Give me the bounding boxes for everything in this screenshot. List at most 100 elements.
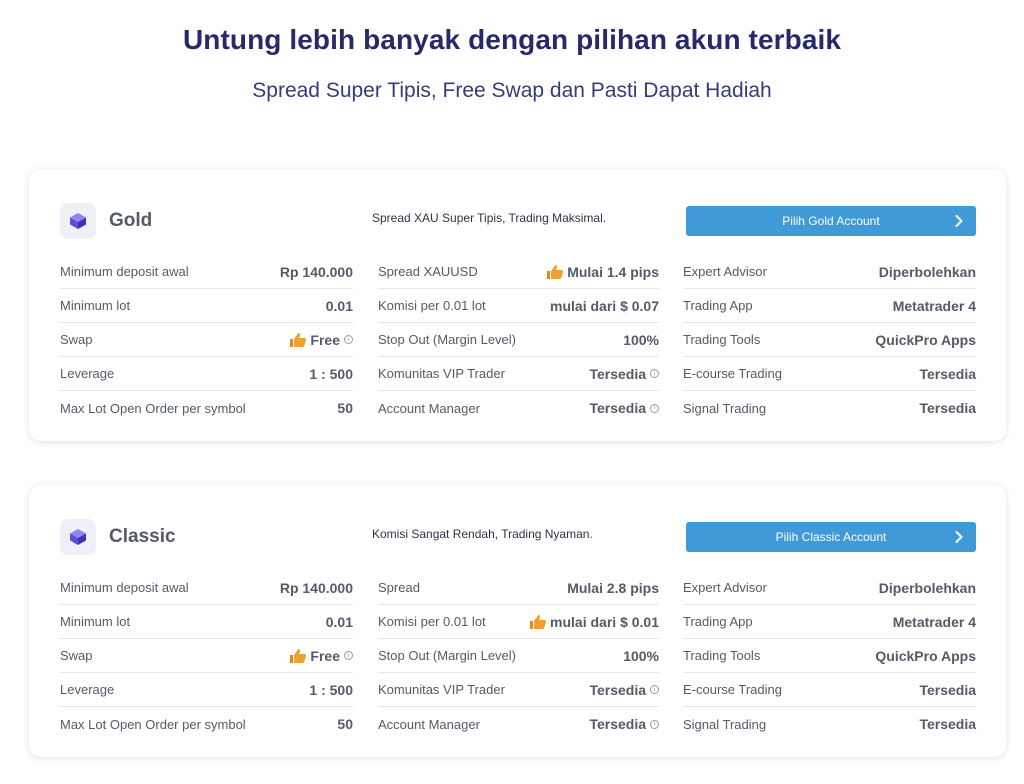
feature-row: Komunitas VIP Trader Tersedia i bbox=[378, 673, 659, 707]
feature-value-wrap: Metatrader 4 bbox=[893, 298, 976, 314]
feature-value-wrap: Free i bbox=[289, 332, 353, 348]
select-gold-account-button[interactable]: Pilih Gold Account bbox=[686, 206, 976, 236]
feature-value-wrap: Free i bbox=[289, 648, 353, 664]
feature-value: Tersedia bbox=[919, 716, 976, 732]
feature-value: 1 : 500 bbox=[309, 365, 353, 382]
account-card-classic: Classic Komisi Sangat Rendah, Trading Nya… bbox=[29, 485, 1006, 757]
feature-value-wrap: Tersedia bbox=[919, 366, 976, 382]
page-title: Untung lebih banyak dengan pilihan akun … bbox=[182, 24, 842, 55]
info-icon[interactable]: i bbox=[650, 719, 659, 729]
feature-value: 0.01 bbox=[325, 297, 353, 314]
info-icon[interactable]: i bbox=[650, 403, 659, 413]
feature-value: Tersedia bbox=[589, 716, 646, 732]
thumbs-up-icon bbox=[289, 332, 307, 348]
card-tagline: Komisi Sangat Rendah, Trading Nyaman. bbox=[372, 527, 593, 541]
info-icon[interactable]: i bbox=[650, 685, 659, 694]
feature-value: mulai dari $ 0.01 bbox=[550, 613, 659, 630]
info-icon[interactable]: i bbox=[344, 335, 353, 344]
feature-label: Account Manager bbox=[378, 716, 480, 732]
card-header: Classic Komisi Sangat Rendah, Trading Nya… bbox=[29, 485, 1006, 575]
feature-label: Spread XAUUSD bbox=[378, 264, 478, 279]
feature-row: Signal Trading Tersedia bbox=[683, 391, 976, 425]
feature-value: Tersedia bbox=[919, 681, 976, 698]
card-tagline: Spread XAU Super Tipis, Trading Maksimal… bbox=[372, 211, 607, 225]
feature-value: Rp 140.000 bbox=[279, 579, 353, 596]
feature-label: E-course Trading bbox=[683, 682, 782, 697]
feature-value: 50 bbox=[337, 400, 353, 416]
feature-row: Max Lot Open Order per symbol 50 bbox=[60, 707, 353, 741]
feature-row: Minimum lot 0.01 bbox=[60, 605, 353, 639]
thumbs-up-icon bbox=[529, 614, 547, 630]
feature-value-wrap: Diperbolehkan bbox=[879, 580, 976, 596]
button-label: Pilih Classic Account bbox=[775, 530, 887, 544]
info-icon[interactable]: i bbox=[344, 651, 353, 660]
feature-value: QuickPro Apps bbox=[875, 647, 976, 664]
feature-value-wrap: 100% bbox=[623, 648, 659, 664]
feature-value-wrap: 0.01 bbox=[326, 614, 353, 630]
feature-value-wrap: Rp 140.000 bbox=[280, 580, 353, 596]
card-title: Gold bbox=[109, 210, 153, 231]
feature-label: Expert Advisor bbox=[683, 580, 767, 595]
feature-value: Diperbolehkan bbox=[878, 579, 976, 596]
feature-label: Trading Tools bbox=[683, 648, 761, 663]
feature-label: Komisi per 0.01 lot bbox=[378, 298, 486, 313]
feature-row: Spread XAUUSD Mulai 1.4 pips bbox=[378, 255, 659, 289]
feature-value: Tersedia bbox=[589, 400, 646, 416]
feature-label: Expert Advisor bbox=[683, 264, 767, 279]
feature-label: Komunitas VIP Trader bbox=[378, 682, 505, 697]
feature-row: Expert Advisor Diperbolehkan bbox=[683, 255, 976, 289]
feature-value: 50 bbox=[337, 716, 353, 732]
feature-label: Account Manager bbox=[378, 400, 480, 416]
feature-label: Trading Tools bbox=[683, 332, 761, 347]
feature-value-wrap: QuickPro Apps bbox=[875, 332, 976, 348]
feature-row: Signal Trading Tersedia bbox=[683, 707, 976, 741]
button-label: Pilih Gold Account bbox=[782, 214, 880, 228]
feature-value-wrap: Tersedia i bbox=[589, 366, 659, 382]
feature-value-wrap: Tersedia i bbox=[589, 400, 659, 416]
feature-value-wrap: 50 bbox=[337, 716, 353, 732]
feature-row: E-course Trading Tersedia bbox=[683, 357, 976, 391]
feature-label: Leverage bbox=[60, 682, 115, 697]
feature-label: Stop Out (Margin Level) bbox=[378, 648, 517, 663]
feature-value: Rp 140.000 bbox=[279, 263, 353, 280]
feature-label: Swap bbox=[60, 332, 93, 347]
feature-value-wrap: Diperbolehkan bbox=[879, 264, 976, 280]
feature-label: Trading App bbox=[683, 614, 753, 629]
feature-value-wrap: Tersedia i bbox=[589, 682, 659, 698]
feature-row: Stop Out (Margin Level) 100% bbox=[378, 323, 659, 357]
feature-label: Max Lot Open Order per symbol bbox=[60, 400, 246, 416]
feature-value-wrap: Tersedia bbox=[919, 400, 976, 416]
card-title: Classic bbox=[109, 526, 176, 547]
feature-value-wrap: Tersedia i bbox=[589, 716, 659, 732]
feature-value: Tersedia bbox=[589, 681, 646, 698]
feature-value: 100% bbox=[623, 331, 659, 348]
feature-label: Stop Out (Margin Level) bbox=[378, 332, 517, 347]
feature-value: mulai dari $ 0.07 bbox=[550, 297, 659, 314]
feature-value: Tersedia bbox=[589, 365, 646, 382]
feature-label: Minimum deposit awal bbox=[60, 264, 189, 279]
feature-value: 0.01 bbox=[325, 613, 353, 630]
feature-value: Mulai 1.4 pips bbox=[567, 263, 659, 280]
feature-column: Expert Advisor Diperbolehkan Trading App Me… bbox=[683, 255, 976, 425]
feature-row: Leverage 1 : 500 bbox=[60, 357, 353, 391]
info-icon[interactable]: i bbox=[650, 369, 659, 378]
feature-value-wrap: Tersedia bbox=[919, 716, 976, 732]
page-subtitle: Spread Super Tipis, Free Swap dan Pasti … bbox=[252, 79, 772, 102]
thumbs-up-icon bbox=[289, 648, 307, 664]
feature-value-wrap: Mulai 2.8 pips bbox=[567, 580, 659, 596]
thumbs-up-icon bbox=[546, 264, 564, 280]
feature-value-wrap: 1 : 500 bbox=[309, 682, 353, 698]
feature-row: Expert Advisor Diperbolehkan bbox=[683, 571, 976, 605]
feature-row: Komisi per 0.01 lot mulai dari $ 0.07 bbox=[378, 289, 659, 323]
feature-value-wrap: Tersedia bbox=[919, 682, 976, 698]
feature-value: Metatrader 4 bbox=[892, 613, 976, 630]
feature-value-wrap: 1 : 500 bbox=[309, 366, 353, 382]
select-classic-account-button[interactable]: Pilih Classic Account bbox=[686, 522, 976, 552]
feature-label: Komunitas VIP Trader bbox=[378, 366, 505, 381]
feature-column: Minimum deposit awal Rp 140.000 Minimum lo… bbox=[60, 571, 353, 741]
feature-label: Max Lot Open Order per symbol bbox=[60, 716, 246, 732]
feature-value: 1 : 500 bbox=[309, 681, 353, 698]
feature-label: Signal Trading bbox=[683, 400, 767, 416]
feature-row: Trading Tools QuickPro Apps bbox=[683, 639, 976, 673]
feature-value-wrap: 100% bbox=[623, 332, 659, 348]
